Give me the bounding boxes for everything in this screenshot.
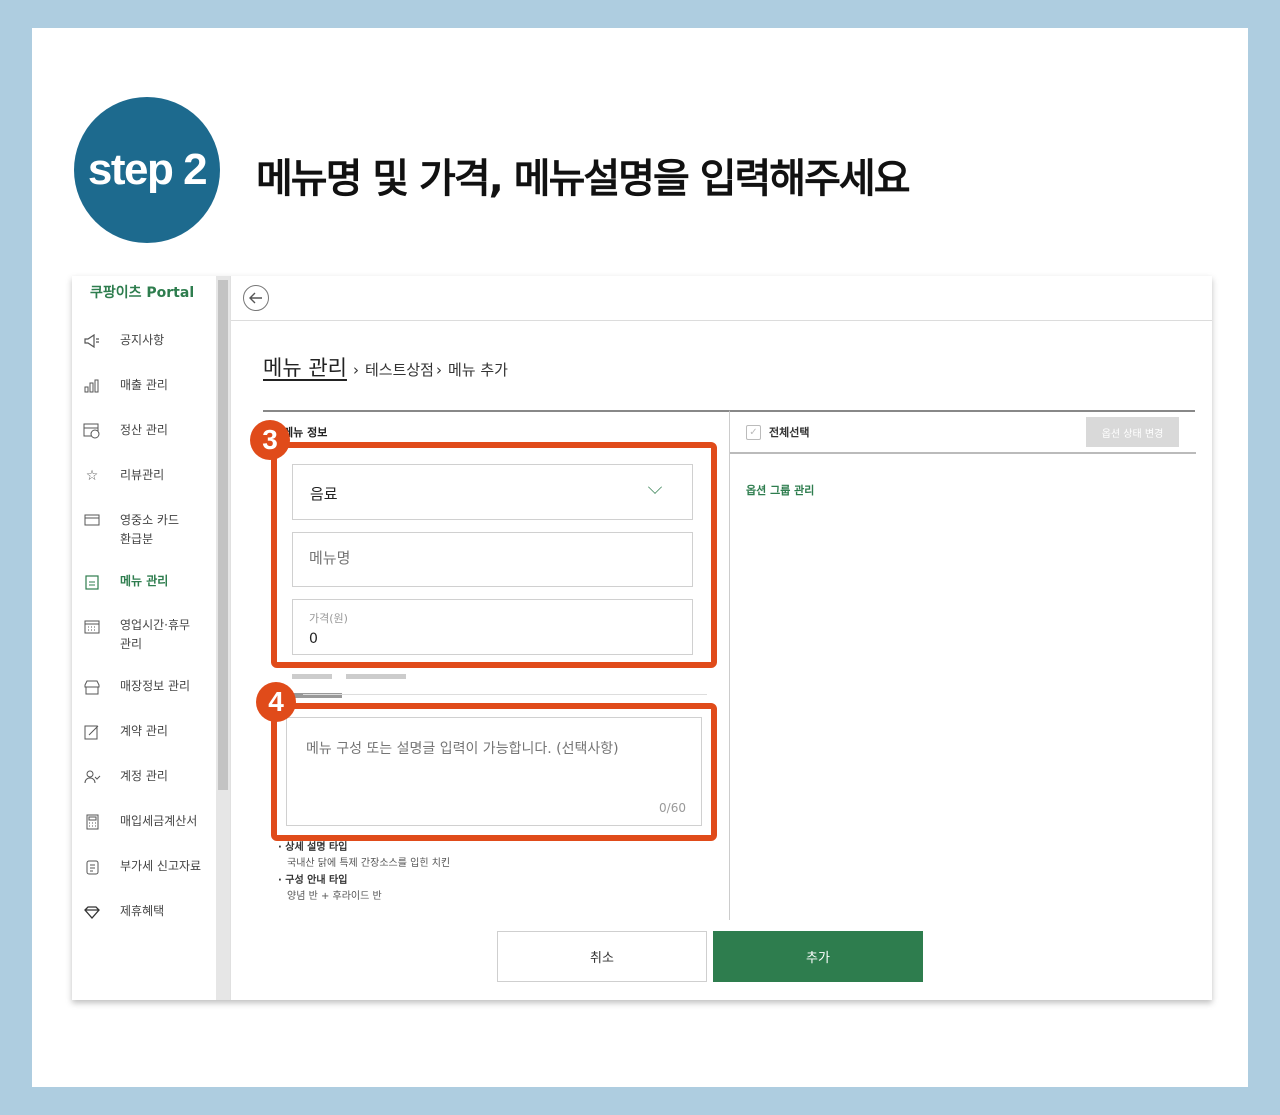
sidebar-item-store-info[interactable]: 매장정보 관리	[82, 677, 218, 697]
sidebar-item-label: 계정 관리	[120, 769, 168, 783]
sidebar-item-label: 리뷰관리	[120, 468, 165, 482]
options-section: ✓ 전체선택 옵션 상태 변경 옵션 그룹 관리	[729, 410, 1196, 920]
card-refund-icon	[82, 511, 102, 531]
breadcrumb: 메뉴 관리 › 테스트상점 › 메뉴 추가	[263, 352, 508, 382]
back-button[interactable]	[243, 285, 269, 311]
sidebar-item-label: 공지사항	[120, 333, 165, 347]
breadcrumb-menu-manage[interactable]: 메뉴 관리	[263, 352, 347, 382]
tip-example: 양념 반 + 후라이드 반	[287, 891, 382, 902]
sidebar-scroll-thumb[interactable]	[218, 280, 228, 790]
breadcrumb-current: 메뉴 추가	[447, 361, 508, 379]
calculator-icon	[82, 812, 102, 832]
option-group-manage-link[interactable]: 옵션 그룹 관리	[746, 482, 814, 498]
sidebar-item-vat[interactable]: 부가세 신고자료	[82, 857, 218, 877]
sidebar-item-tax-invoice[interactable]: 매입세금계산서	[82, 812, 218, 832]
section-divider	[303, 694, 707, 695]
calendar-icon	[82, 616, 102, 636]
contract-icon	[82, 722, 102, 742]
tip-example: 국내산 닭에 특제 간장소스를 입힌 치킨	[287, 858, 451, 869]
store-icon	[82, 677, 102, 697]
sidebar-item-account[interactable]: 계정 관리	[82, 767, 218, 787]
bar-chart-icon	[82, 376, 102, 396]
sidebar-item-menu[interactable]: 메뉴 관리	[82, 572, 218, 592]
sidebar-item-partnership[interactable]: 제휴혜택	[82, 902, 218, 922]
breadcrumb-store: 테스트상점	[364, 361, 434, 379]
star-search-icon: ☆	[85, 468, 99, 484]
arrow-left-icon	[249, 292, 262, 304]
diamond-icon	[82, 902, 102, 922]
select-all-row[interactable]: ✓ 전체선택	[746, 424, 809, 440]
sidebar-item-label: 매출 관리	[120, 378, 168, 392]
select-all-checkbox[interactable]: ✓	[746, 424, 761, 440]
portal-logo: 쿠팡이츠 Portal	[90, 285, 195, 301]
sidebar-item-card-refund[interactable]: 영중소 카드 환급분	[82, 511, 218, 549]
won-card-icon	[82, 421, 102, 441]
options-divider	[730, 452, 1196, 454]
step-marker-4: 4	[256, 682, 296, 722]
sidebar-item-label: 매장정보 관리	[120, 679, 191, 693]
option-state-change-button[interactable]: 옵션 상태 변경	[1086, 417, 1179, 447]
menu-clipboard-icon	[82, 572, 102, 592]
highlight-box-4	[271, 703, 717, 841]
description-tips: · 상세 설명 타입 국내산 닭에 특제 간장소스를 입힌 치킨 · 구성 안내…	[278, 840, 450, 905]
step-marker-3: 3	[250, 420, 290, 460]
megaphone-icon	[82, 331, 102, 351]
add-button[interactable]: 추가	[713, 931, 923, 982]
sidebar: 쿠팡이츠 Portal 공지사항 매출 관리 정산 관리 ☆ 리뷰관리 영중소 …	[72, 276, 230, 1000]
sidebar-item-settlement[interactable]: 정산 관리	[82, 421, 218, 441]
select-all-label: 전체선택	[769, 426, 810, 439]
step-badge: step 2	[74, 97, 220, 243]
sidebar-item-label: 계약 관리	[120, 724, 168, 738]
highlight-box-3	[271, 442, 717, 668]
sidebar-item-label: 영중소 카드 환급분	[120, 513, 180, 546]
tip-title: · 구성 안내 타입	[278, 875, 348, 886]
sidebar-item-notice[interactable]: 공지사항	[82, 331, 218, 351]
breadcrumb-separator: ›	[435, 361, 442, 379]
document-icon	[82, 857, 102, 877]
sidebar-item-label: 매입세금계산서	[120, 814, 198, 828]
sidebar-item-reviews[interactable]: ☆ 리뷰관리	[82, 466, 218, 486]
sidebar-item-label: 제휴혜택	[120, 904, 165, 918]
breadcrumb-separator: ›	[352, 361, 359, 379]
cancel-button[interactable]: 취소	[497, 931, 707, 982]
page-headline: 메뉴명 및 가격, 메뉴설명을 입력해주세요	[256, 156, 910, 202]
sidebar-item-label: 정산 관리	[120, 423, 168, 437]
sidebar-item-label: 영업시간·휴무 관리	[120, 618, 191, 651]
user-check-icon	[82, 767, 102, 787]
top-bar	[231, 276, 1212, 321]
sidebar-item-hours[interactable]: 영업시간·휴무 관리	[82, 616, 218, 654]
sidebar-item-contract[interactable]: 계약 관리	[82, 722, 218, 742]
sidebar-item-label: 메뉴 관리	[120, 574, 169, 588]
tip-title: · 상세 설명 타입	[278, 842, 348, 853]
sidebar-item-sales[interactable]: 매출 관리	[82, 376, 218, 396]
sidebar-item-label: 부가세 신고자료	[120, 859, 202, 873]
